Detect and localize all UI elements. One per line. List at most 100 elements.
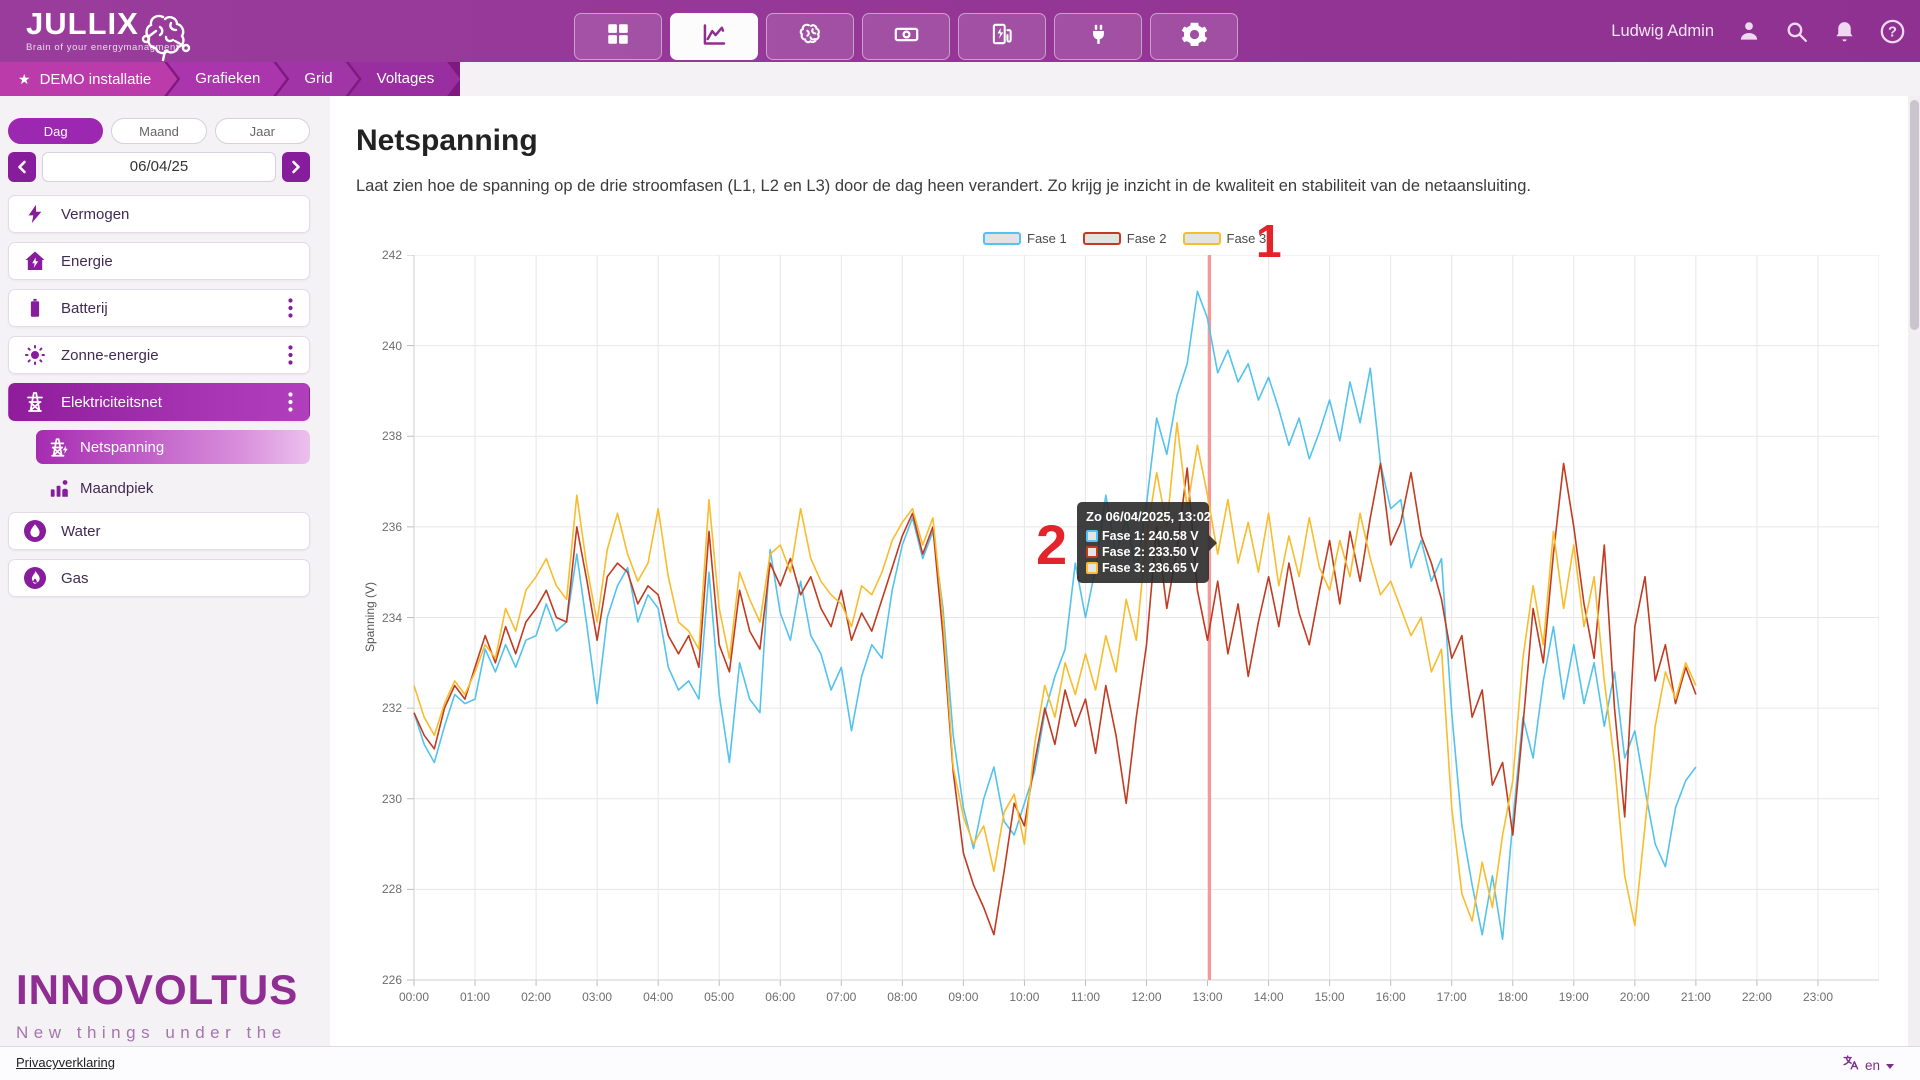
sidebar-item-label: Zonne-energie bbox=[61, 347, 159, 364]
tooltip-value: Fase 3: 236.65 V bbox=[1102, 561, 1199, 575]
tooltip-row: Fase 2: 233.50 V bbox=[1086, 545, 1200, 559]
breadcrumb-label: Grid bbox=[304, 70, 332, 87]
x-tick-label: 19:00 bbox=[1559, 990, 1589, 1004]
period-tab-maand[interactable]: Maand bbox=[111, 118, 206, 144]
charts-icon bbox=[701, 21, 728, 53]
kebab-menu-icon[interactable] bbox=[281, 391, 299, 413]
vertical-scrollbar[interactable] bbox=[1908, 96, 1920, 1046]
legend-item-fase-2[interactable]: Fase 2 bbox=[1083, 231, 1167, 246]
breadcrumb-item-voltages[interactable]: Voltages bbox=[349, 62, 461, 96]
breadcrumb-strip: ★DEMO installatie Grafieken Grid Voltages bbox=[0, 62, 460, 96]
period-tab-dag[interactable]: Dag bbox=[8, 118, 103, 144]
main-nav bbox=[574, 13, 1238, 60]
x-tick-label: 23:00 bbox=[1803, 990, 1833, 1004]
page-title: Netspanning bbox=[356, 124, 538, 158]
sidebar-subitem-label: Maandpiek bbox=[80, 480, 153, 497]
tooltip-row: Fase 1: 240.58 V bbox=[1086, 529, 1200, 543]
nav-devices-button[interactable] bbox=[1054, 13, 1142, 60]
previous-day-button[interactable] bbox=[8, 152, 36, 182]
nav-charts-button[interactable] bbox=[670, 13, 758, 60]
sidebar-item-vermogen[interactable]: Vermogen bbox=[8, 195, 310, 233]
sidebar-subitem-maandpiek[interactable]: Maandpiek bbox=[36, 471, 310, 505]
tooltip-row: Fase 3: 236.65 V bbox=[1086, 561, 1200, 575]
y-tick-label: 238 bbox=[382, 429, 402, 443]
x-tick-label: 04:00 bbox=[643, 990, 673, 1004]
sidebar-item-zonne-energie[interactable]: Zonne-energie bbox=[8, 336, 310, 374]
chart-tooltip: Zo 06/04/2025, 13:02 Fase 1: 240.58 V Fas… bbox=[1077, 502, 1209, 583]
breadcrumb-item-demo-installatie[interactable]: ★DEMO installatie bbox=[0, 62, 177, 96]
y-tick-label: 234 bbox=[382, 611, 402, 625]
star-icon: ★ bbox=[18, 71, 31, 87]
sidebar-item-energie[interactable]: Energie bbox=[8, 242, 310, 280]
y-axis-title: Spanning (V) bbox=[363, 582, 377, 652]
nav-ai-button[interactable] bbox=[766, 13, 854, 60]
sidebar-subitem-netspanning[interactable]: Netspanning bbox=[36, 430, 310, 464]
chart-plot-area[interactable] bbox=[406, 255, 1879, 987]
x-tick-label: 01:00 bbox=[460, 990, 490, 1004]
breadcrumb-label: Grafieken bbox=[195, 70, 260, 87]
series-fase-1 bbox=[414, 291, 1696, 939]
sun-icon bbox=[23, 343, 47, 367]
x-tick-label: 15:00 bbox=[1315, 990, 1345, 1004]
x-tick-label: 08:00 bbox=[887, 990, 917, 1004]
x-tick-label: 20:00 bbox=[1620, 990, 1650, 1004]
bell-icon[interactable] bbox=[1831, 18, 1858, 45]
sidebar-item-label: Elektriciteitsnet bbox=[61, 394, 162, 411]
y-tick-label: 232 bbox=[382, 701, 402, 715]
legend-label: Fase 1 bbox=[1027, 231, 1067, 246]
tooltip-swatch bbox=[1086, 562, 1098, 574]
x-tick-label: 18:00 bbox=[1498, 990, 1528, 1004]
period-tab-jaar[interactable]: Jaar bbox=[215, 118, 310, 144]
tooltip-value: Fase 2: 233.50 V bbox=[1102, 545, 1199, 559]
breadcrumb: ★DEMO installatie Grafieken Grid Voltages bbox=[0, 62, 1920, 96]
footer-bar: Privacyverklaring en bbox=[0, 1046, 1920, 1080]
x-tick-label: 10:00 bbox=[1009, 990, 1039, 1004]
user-area: Ludwig Admin ? bbox=[1611, 0, 1906, 62]
user-name: Ludwig Admin bbox=[1611, 22, 1714, 41]
app-logo[interactable]: JULLIX Brain of your energymanagment bbox=[26, 7, 179, 53]
x-tick-label: 11:00 bbox=[1071, 990, 1100, 1004]
ai-icon bbox=[797, 21, 823, 52]
help-icon[interactable]: ? bbox=[1879, 18, 1906, 45]
x-tick-label: 07:00 bbox=[826, 990, 856, 1004]
breadcrumb-item-grafieken[interactable]: Grafieken bbox=[167, 62, 286, 96]
grid-tower-icon bbox=[23, 390, 47, 414]
sidebar-item-gas[interactable]: Gas bbox=[8, 559, 310, 597]
privacy-link[interactable]: Privacyverklaring bbox=[16, 1055, 115, 1070]
legend-item-fase-3[interactable]: Fase 3 bbox=[1183, 231, 1267, 246]
tooltip-value: Fase 1: 240.58 V bbox=[1102, 529, 1199, 543]
gas-icon bbox=[23, 566, 47, 590]
legend-item-fase-1[interactable]: Fase 1 bbox=[983, 231, 1067, 246]
caret-down-icon bbox=[1886, 1064, 1894, 1069]
finance-icon bbox=[893, 21, 920, 53]
legend-swatch bbox=[1183, 232, 1221, 245]
user-icon[interactable] bbox=[1735, 18, 1762, 45]
scrollbar-thumb[interactable] bbox=[1910, 100, 1919, 330]
nav-ev-charging-button[interactable] bbox=[958, 13, 1046, 60]
sidebar-item-batterij[interactable]: Batterij bbox=[8, 289, 310, 327]
legend-label: Fase 2 bbox=[1127, 231, 1167, 246]
nav-finance-button[interactable] bbox=[862, 13, 950, 60]
tooltip-swatch bbox=[1086, 530, 1098, 542]
language-selector[interactable]: en bbox=[1842, 1054, 1894, 1076]
tooltip-title: Zo 06/04/2025, 13:02 bbox=[1086, 509, 1200, 524]
sidebar-item-elektriciteitsnet[interactable]: Elektriciteitsnet bbox=[8, 383, 310, 421]
sidebar-item-label: Gas bbox=[61, 570, 89, 587]
search-icon[interactable] bbox=[1783, 18, 1810, 45]
next-day-button[interactable] bbox=[282, 152, 310, 182]
legend-swatch bbox=[983, 232, 1021, 245]
y-tick-label: 226 bbox=[382, 973, 402, 987]
language-label: en bbox=[1865, 1058, 1880, 1073]
sidebar-item-label: Vermogen bbox=[61, 206, 129, 223]
date-input[interactable]: 06/04/25 bbox=[42, 152, 276, 182]
kebab-menu-icon[interactable] bbox=[281, 297, 299, 319]
sidebar-item-water[interactable]: Water bbox=[8, 512, 310, 550]
nav-settings-button[interactable] bbox=[1150, 13, 1238, 60]
x-tick-label: 09:00 bbox=[948, 990, 978, 1004]
kebab-menu-icon[interactable] bbox=[281, 344, 299, 366]
nav-dashboard-button[interactable] bbox=[574, 13, 662, 60]
chart-legend: Fase 1 Fase 2 Fase 3 bbox=[983, 231, 1266, 246]
sidebar-item-label: Water bbox=[61, 523, 100, 540]
breadcrumb-item-grid[interactable]: Grid bbox=[276, 62, 358, 96]
x-tick-label: 16:00 bbox=[1376, 990, 1406, 1004]
